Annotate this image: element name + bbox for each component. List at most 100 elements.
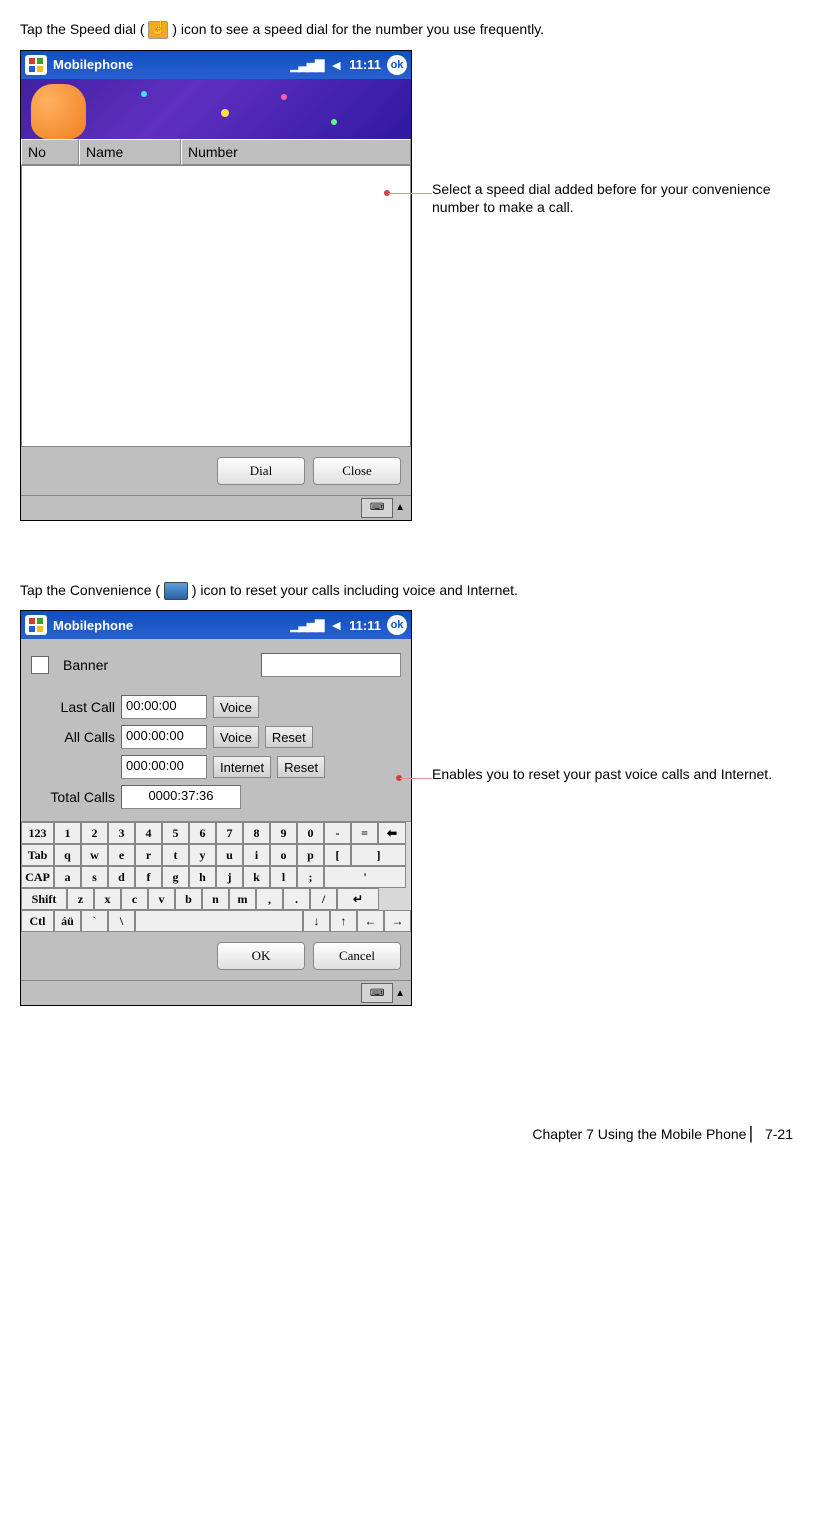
volume-icon: ◄ <box>329 617 343 633</box>
key-Ctl[interactable]: Ctl <box>21 910 54 932</box>
keyboard-icon[interactable]: ⌨ <box>361 498 393 518</box>
key-9[interactable]: 9 <box>270 822 297 844</box>
key-space[interactable] <box>135 910 303 932</box>
form-area: Banner Last Call 00:00:00 Voice All Call… <box>21 639 411 821</box>
keyboard-icon[interactable]: ⌨ <box>361 983 393 1003</box>
key-c[interactable]: c <box>121 888 148 910</box>
reset-internet-button[interactable]: Reset <box>277 756 325 778</box>
key-=[interactable]: = <box>351 822 378 844</box>
key-↓[interactable]: ↓ <box>303 910 330 932</box>
clock: 11:11 <box>349 57 381 72</box>
key-[[interactable]: [ <box>324 844 351 866</box>
key-u[interactable]: u <box>216 844 243 866</box>
start-icon[interactable] <box>25 55 47 75</box>
key-d[interactable]: d <box>108 866 135 888</box>
key-5[interactable]: 5 <box>162 822 189 844</box>
speed-dial-list[interactable] <box>21 166 411 447</box>
key-j[interactable]: j <box>216 866 243 888</box>
key-7[interactable]: 7 <box>216 822 243 844</box>
text: ) icon to reset your calls including voi… <box>192 582 518 598</box>
banner-label: Banner <box>63 657 108 673</box>
callout-text: Enables you to reset your past voice cal… <box>432 765 797 784</box>
key-'[interactable]: ' <box>324 866 406 888</box>
ok-button[interactable]: OK <box>217 942 305 970</box>
key-\[interactable]: \ <box>108 910 135 932</box>
key-t[interactable]: t <box>162 844 189 866</box>
key-z[interactable]: z <box>67 888 94 910</box>
internet-button[interactable]: Internet <box>213 756 271 778</box>
key-w[interactable]: w <box>81 844 108 866</box>
key-;[interactable]: ; <box>297 866 324 888</box>
close-button[interactable]: Close <box>313 457 401 485</box>
up-arrow-icon[interactable]: ▲ <box>395 988 405 999</box>
page-footer: Chapter 7 Using the Mobile Phone ▏ 7-21 <box>20 1126 797 1143</box>
last-call-label: Last Call <box>31 699 115 715</box>
voice-button[interactable]: Voice <box>213 696 259 718</box>
banner-input[interactable] <box>261 653 401 677</box>
key-p[interactable]: p <box>297 844 324 866</box>
key-123[interactable]: 123 <box>21 822 54 844</box>
key-b[interactable]: b <box>175 888 202 910</box>
key-.[interactable]: . <box>283 888 310 910</box>
key-a[interactable]: a <box>54 866 81 888</box>
reset-voice-button[interactable]: Reset <box>265 726 313 748</box>
key-áü[interactable]: áü <box>54 910 81 932</box>
key-,[interactable]: , <box>256 888 283 910</box>
key-/[interactable]: / <box>310 888 337 910</box>
key-`[interactable]: ` <box>81 910 108 932</box>
paragraph-convenience: Tap the Convenience ( ) icon to reset yo… <box>20 581 797 601</box>
key-e[interactable]: e <box>108 844 135 866</box>
key-0[interactable]: 0 <box>297 822 324 844</box>
col-no[interactable]: No <box>21 139 79 165</box>
key-][interactable]: ] <box>351 844 406 866</box>
key-x[interactable]: x <box>94 888 121 910</box>
key-4[interactable]: 4 <box>135 822 162 844</box>
key-↵[interactable]: ↵ <box>337 888 379 910</box>
key-y[interactable]: y <box>189 844 216 866</box>
key-q[interactable]: q <box>54 844 81 866</box>
key-l[interactable]: l <box>270 866 297 888</box>
key-o[interactable]: o <box>270 844 297 866</box>
sip-bar: ⌨ ▲ <box>21 495 411 520</box>
key-6[interactable]: 6 <box>189 822 216 844</box>
start-icon[interactable] <box>25 615 47 635</box>
table-header: No Name Number <box>21 139 411 166</box>
key-i[interactable]: i <box>243 844 270 866</box>
voice-button-2[interactable]: Voice <box>213 726 259 748</box>
key-f[interactable]: f <box>135 866 162 888</box>
cancel-button[interactable]: Cancel <box>313 942 401 970</box>
key-r[interactable]: r <box>135 844 162 866</box>
dial-button[interactable]: Dial <box>217 457 305 485</box>
all-calls-voice-value: 000:00:00 <box>121 725 207 749</box>
key-←[interactable]: ← <box>357 910 384 932</box>
banner-checkbox[interactable] <box>31 656 49 674</box>
on-screen-keyboard[interactable]: 1231234567890-=⬅ Tabqwertyuiop[] CAPasdf… <box>21 821 411 932</box>
key-CAP[interactable]: CAP <box>21 866 54 888</box>
key-Tab[interactable]: Tab <box>21 844 54 866</box>
key-v[interactable]: v <box>148 888 175 910</box>
ok-button[interactable]: ok <box>387 55 407 75</box>
key-→[interactable]: → <box>384 910 411 932</box>
key-g[interactable]: g <box>162 866 189 888</box>
key-s[interactable]: s <box>81 866 108 888</box>
key-↑[interactable]: ↑ <box>330 910 357 932</box>
clock: 11:11 <box>349 618 381 633</box>
col-name[interactable]: Name <box>79 139 181 165</box>
key-m[interactable]: m <box>229 888 256 910</box>
device-screenshot-1: Mobilephone ▁▃▅▇ ◄ 11:11 ok No Name Numb… <box>20 50 412 521</box>
ok-button[interactable]: ok <box>387 615 407 635</box>
key-h[interactable]: h <box>189 866 216 888</box>
key-8[interactable]: 8 <box>243 822 270 844</box>
key-⬅[interactable]: ⬅ <box>378 822 406 844</box>
key--[interactable]: - <box>324 822 351 844</box>
key-Shift[interactable]: Shift <box>21 888 67 910</box>
col-number[interactable]: Number <box>181 139 411 165</box>
up-arrow-icon[interactable]: ▲ <box>395 502 405 513</box>
key-2[interactable]: 2 <box>81 822 108 844</box>
key-n[interactable]: n <box>202 888 229 910</box>
key-k[interactable]: k <box>243 866 270 888</box>
signal-icon: ▁▃▅▇ <box>290 618 323 632</box>
text: ) icon to see a speed dial for the numbe… <box>172 21 544 37</box>
key-3[interactable]: 3 <box>108 822 135 844</box>
key-1[interactable]: 1 <box>54 822 81 844</box>
